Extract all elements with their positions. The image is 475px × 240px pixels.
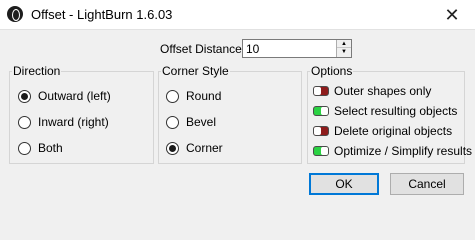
direction-both-radio[interactable]: Both (18, 140, 63, 156)
radio-button-icon[interactable] (166, 141, 179, 155)
spin-down-arrow-icon[interactable]: ▼ (337, 48, 351, 56)
spin-arrows: ▲ ▼ (336, 40, 351, 57)
toggle-switch-icon[interactable] (313, 86, 329, 96)
direction-group-title: Direction (12, 64, 62, 78)
toggle-knob (314, 127, 321, 135)
offset-distance-input[interactable]: 10 (246, 42, 259, 56)
title-bar: Offset - LightBurn 1.6.03 ✕ (0, 0, 475, 30)
toggle-switch-icon[interactable] (313, 126, 329, 136)
toggle-label: Outer shapes only (334, 84, 432, 98)
direction-outward-radio[interactable]: Outward (left) (18, 88, 111, 104)
cancel-button[interactable]: Cancel (390, 173, 464, 195)
corner-corner-radio[interactable]: Corner (166, 140, 223, 156)
direction-inward-radio[interactable]: Inward (right) (18, 114, 109, 130)
lightburn-logo-icon (7, 6, 23, 22)
spin-up-arrow-icon[interactable]: ▲ (337, 40, 351, 48)
radio-label: Round (186, 89, 222, 103)
radio-button-icon[interactable] (166, 89, 179, 103)
corner-round-radio[interactable]: Round (166, 88, 221, 104)
outer-shapes-only-toggle[interactable]: Outer shapes only (313, 84, 431, 98)
radio-button-icon[interactable] (166, 115, 179, 129)
radio-label: Corner (186, 141, 223, 155)
toggle-knob (321, 107, 328, 115)
radio-button-icon[interactable] (18, 89, 31, 103)
toggle-knob (321, 147, 328, 155)
toggle-label: Select resulting objects (334, 104, 458, 118)
window-title: Offset - LightBurn 1.6.03 (31, 7, 173, 22)
toggle-label: Optimize / Simplify results (334, 144, 473, 158)
options-group-title: Options (310, 64, 354, 78)
radio-button-icon[interactable] (18, 115, 31, 129)
radio-label: Outward (left) (38, 89, 111, 103)
toggle-label: Delete original objects (334, 124, 453, 138)
offset-distance-spinbox[interactable]: 10 ▲ ▼ (242, 39, 352, 58)
toggle-knob (314, 87, 321, 95)
radio-label: Inward (right) (38, 115, 109, 129)
radio-label: Both (38, 141, 63, 155)
toggle-switch-icon[interactable] (313, 146, 329, 156)
corner-bevel-radio[interactable]: Bevel (166, 114, 216, 130)
corner-style-group-title: Corner Style (161, 64, 230, 78)
select-resulting-objects-toggle[interactable]: Select resulting objects (313, 104, 457, 118)
close-button[interactable]: ✕ (429, 0, 475, 30)
ok-button[interactable]: OK (309, 173, 379, 195)
radio-label: Bevel (186, 115, 217, 129)
offset-distance-label: Offset Distance (160, 42, 242, 56)
radio-button-icon[interactable] (18, 141, 31, 155)
toggle-switch-icon[interactable] (313, 106, 329, 116)
optimize-simplify-results-toggle[interactable]: Optimize / Simplify results (313, 144, 472, 158)
delete-original-objects-toggle[interactable]: Delete original objects (313, 124, 452, 138)
